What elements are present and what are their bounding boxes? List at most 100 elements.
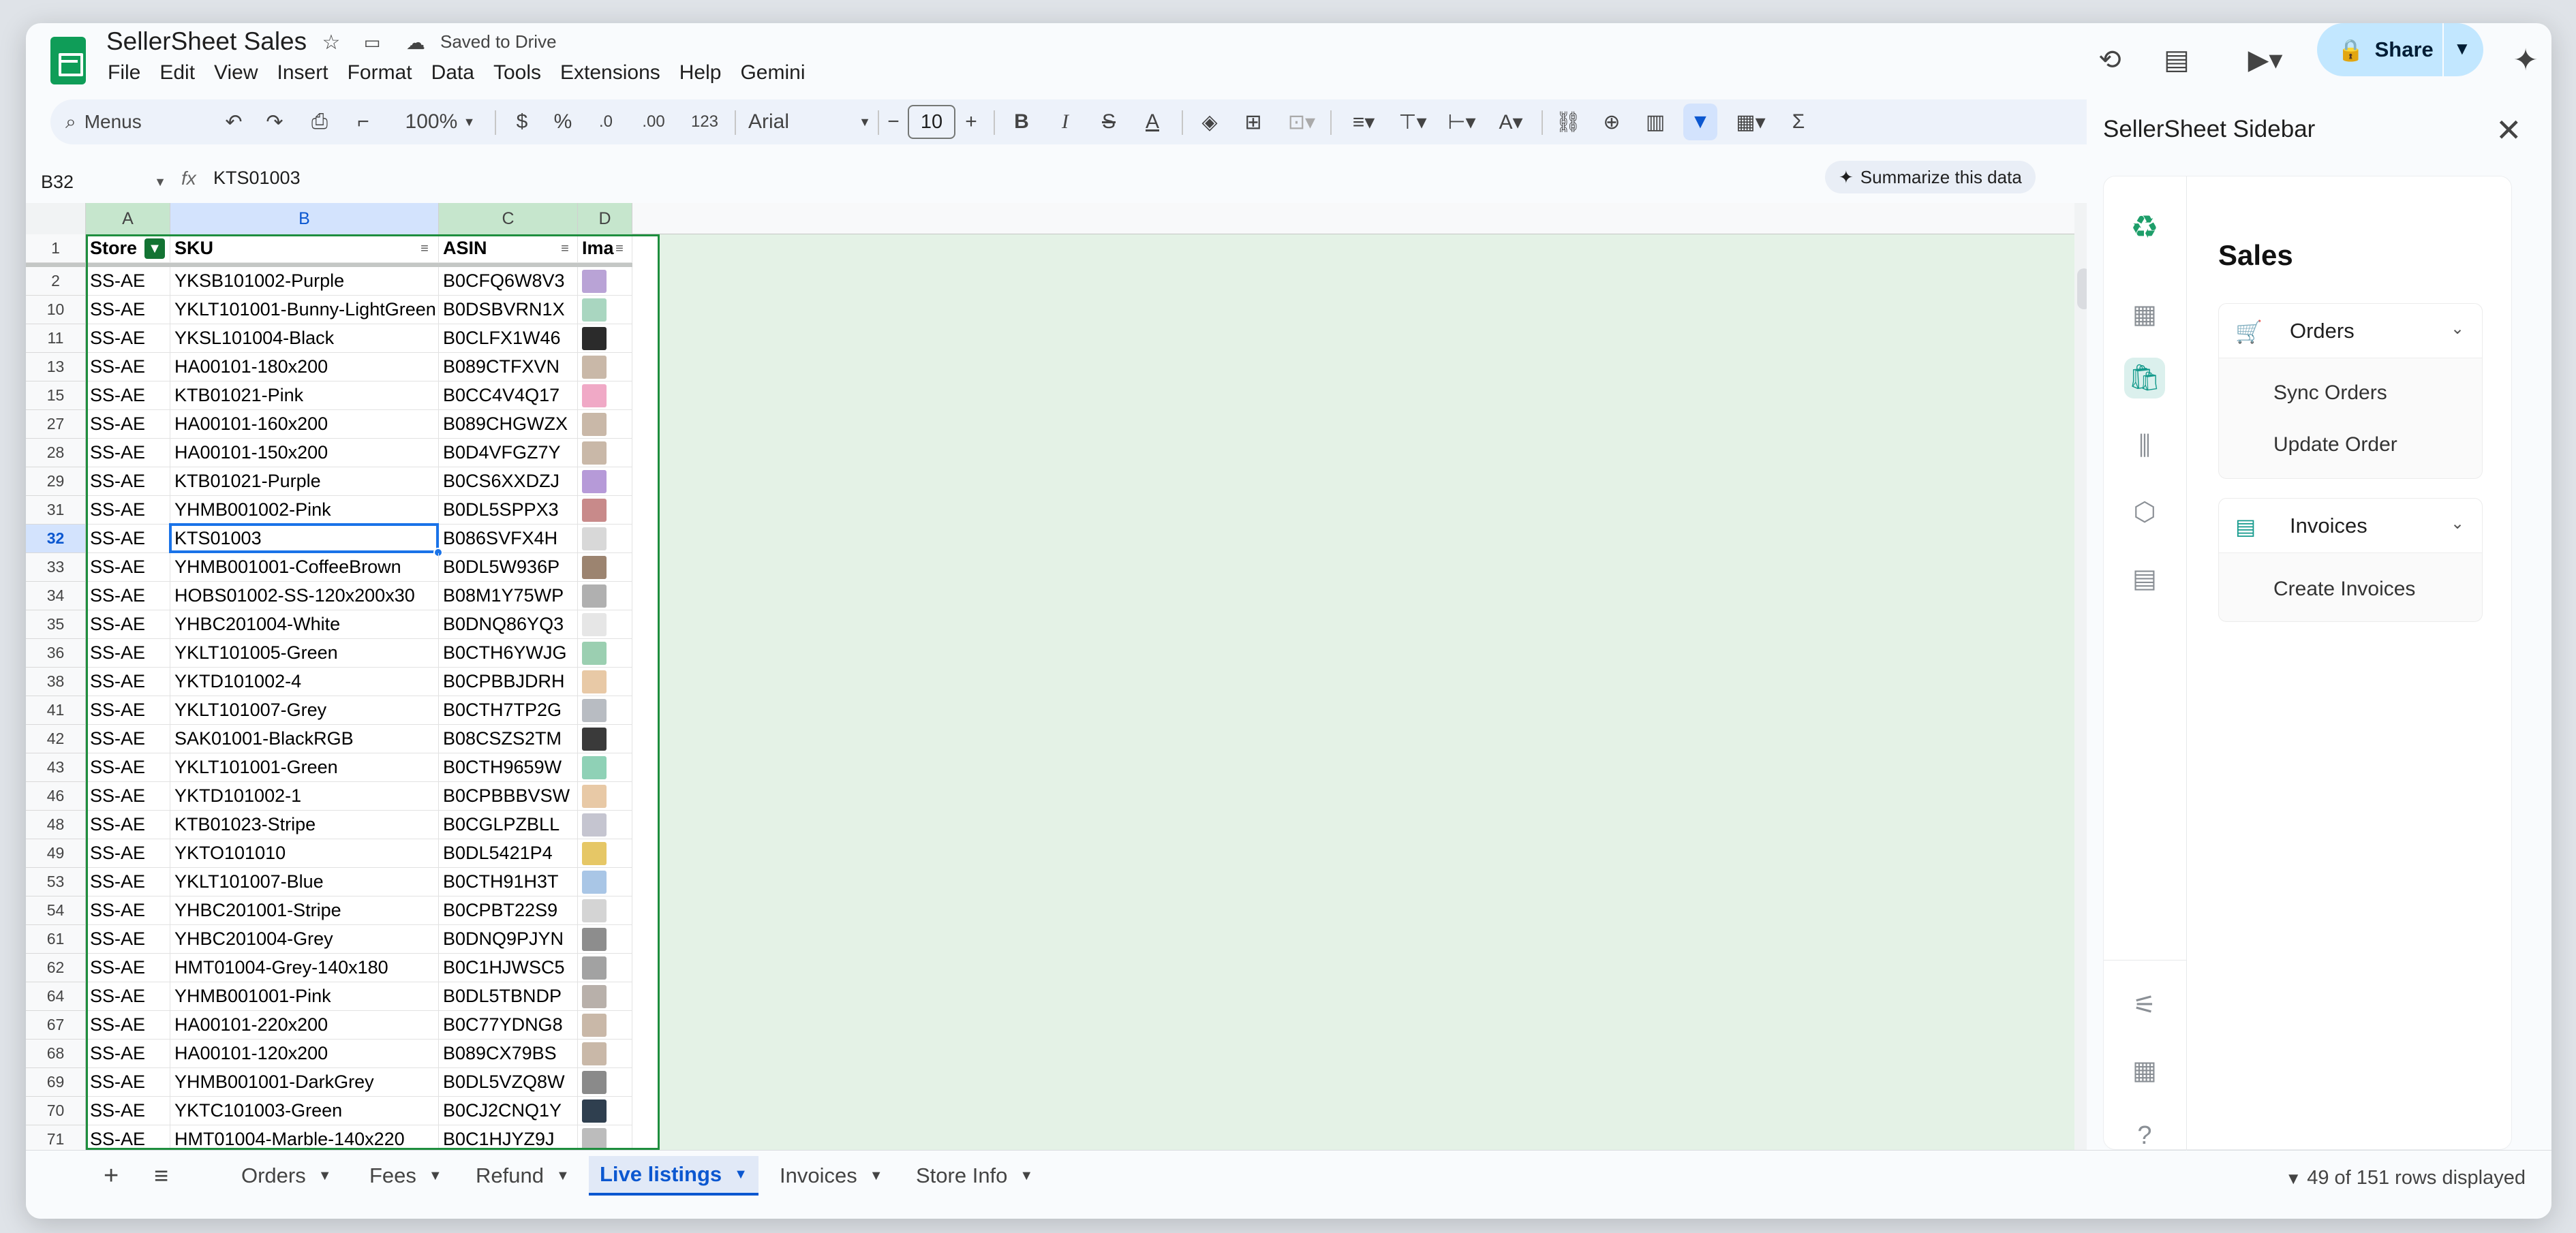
store-cell[interactable]: SS-AE xyxy=(86,324,170,353)
sku-cell[interactable]: YHMB001002-Pink xyxy=(170,496,439,525)
store-cell[interactable]: SS-AE xyxy=(86,610,170,639)
percent-format-button[interactable]: % xyxy=(549,104,577,140)
store-cell[interactable]: SS-AE xyxy=(86,954,170,982)
asin-cell[interactable]: B0DNQ86YQ3 xyxy=(439,610,578,639)
insert-chart-icon[interactable]: ▥ xyxy=(1640,104,1671,140)
sku-cell[interactable]: HA00101-160x200 xyxy=(170,410,439,439)
italic-button[interactable]: I xyxy=(1049,104,1081,140)
asin-cell[interactable]: B0CJ2CNQ1Y xyxy=(439,1097,578,1125)
orders-card-header[interactable]: 🛒 Orders ⌄ xyxy=(2219,304,2482,358)
create-invoices-link[interactable]: Create Invoices xyxy=(2273,578,2415,601)
row-header[interactable]: 1 xyxy=(26,234,86,263)
sellersheet-logo-icon[interactable]: ♻ xyxy=(2124,206,2165,247)
sku-cell[interactable]: HA00101-180x200 xyxy=(170,353,439,381)
store-cell[interactable]: SS-AE xyxy=(86,496,170,525)
borders-icon[interactable]: ⊞ xyxy=(1238,104,1269,140)
asin-cell[interactable]: B0CTH91H3T xyxy=(439,868,578,896)
report-icon[interactable]: ▤ xyxy=(2124,558,2165,599)
tab-invoices[interactable]: Invoices ▼ xyxy=(769,1156,894,1196)
sku-cell[interactable]: HMT01004-Grey-140x180 xyxy=(170,954,439,982)
row-header[interactable]: 27 xyxy=(26,410,86,439)
row-header[interactable]: 49 xyxy=(26,839,86,868)
row-header[interactable]: 41 xyxy=(26,696,86,725)
asin-cell[interactable]: B0DL5TBNDP xyxy=(439,982,578,1011)
close-icon[interactable]: ✕ xyxy=(2496,112,2522,149)
asin-cell[interactable]: B0CPBT22S9 xyxy=(439,896,578,925)
sku-cell[interactable]: YKSL101004-Black xyxy=(170,324,439,353)
store-cell[interactable]: SS-AE xyxy=(86,782,170,811)
filter-icon[interactable]: ≡ xyxy=(611,238,628,259)
tab-store-info[interactable]: Store Info ▼ xyxy=(905,1156,1044,1196)
header-sku[interactable]: SKU xyxy=(170,234,439,263)
asin-cell[interactable]: B089CX79BS xyxy=(439,1040,578,1068)
decrease-decimal-button[interactable]: .0 xyxy=(590,104,622,140)
apps-grid-icon[interactable]: ▦ xyxy=(2124,1050,2165,1091)
row-header[interactable]: 70 xyxy=(26,1097,86,1125)
tab-refund[interactable]: Refund ▼ xyxy=(465,1156,581,1196)
asin-cell[interactable]: B0D4VFGZ7Y xyxy=(439,439,578,467)
filter-icon[interactable]: ▼ xyxy=(144,238,165,259)
row-header[interactable]: 36 xyxy=(26,639,86,668)
row-header[interactable]: 31 xyxy=(26,496,86,525)
store-cell[interactable]: SS-AE xyxy=(86,925,170,954)
store-cell[interactable]: SS-AE xyxy=(86,982,170,1011)
comments-icon[interactable]: ▤ xyxy=(2155,38,2198,82)
row-header[interactable]: 28 xyxy=(26,439,86,467)
font-select[interactable]: Arial ▼ xyxy=(748,104,871,140)
print-icon[interactable]: ⎙ xyxy=(304,104,335,140)
strikethrough-button[interactable]: S xyxy=(1093,104,1124,140)
sku-cell[interactable]: YKLT101005-Green xyxy=(170,639,439,668)
row-header[interactable]: 29 xyxy=(26,467,86,496)
number-format-button[interactable]: 123 xyxy=(686,104,724,140)
menu-view[interactable]: View xyxy=(204,59,267,87)
store-cell[interactable]: SS-AE xyxy=(86,1068,170,1097)
filter-icon[interactable]: ≡ xyxy=(556,238,574,259)
font-size-input[interactable]: 10 xyxy=(908,105,955,139)
sku-cell[interactable]: YKTO101010 xyxy=(170,839,439,868)
asin-cell[interactable]: B089CHGWZX xyxy=(439,410,578,439)
tab-orders[interactable]: Orders ▼ xyxy=(230,1156,343,1196)
menu-data[interactable]: Data xyxy=(422,59,484,87)
row-header[interactable]: 48 xyxy=(26,811,86,839)
row-header[interactable]: 69 xyxy=(26,1068,86,1097)
store-cell[interactable]: SS-AE xyxy=(86,553,170,582)
asin-cell[interactable]: B0CLFX1W46 xyxy=(439,324,578,353)
sync-orders-link[interactable]: Sync Orders xyxy=(2273,381,2387,405)
store-cell[interactable]: SS-AE xyxy=(86,639,170,668)
spreadsheet-grid[interactable]: A B C D 1 Store SKU ASIN Ima ▼ ≡ ≡ ≡ 2 SS-AE YKSB10… xyxy=(26,203,2197,1154)
menu-help[interactable]: Help xyxy=(670,59,731,87)
row-header[interactable]: 10 xyxy=(26,296,86,324)
filter-views-icon[interactable]: ▦▾ xyxy=(1727,104,1775,140)
asin-cell[interactable]: B0CFQ6W8V3 xyxy=(439,267,578,296)
asin-cell[interactable]: B0DL5VZQ8W xyxy=(439,1068,578,1097)
asin-cell[interactable]: B0CS6XXDZJ xyxy=(439,467,578,496)
filter-icon[interactable]: ≡ xyxy=(416,238,433,259)
asin-cell[interactable]: B089CTFXVN xyxy=(439,353,578,381)
insert-link-icon[interactable]: ⛓ xyxy=(1552,104,1584,140)
undo-icon[interactable]: ↶ xyxy=(218,104,249,140)
store-cell[interactable]: SS-AE xyxy=(86,353,170,381)
menu-extensions[interactable]: Extensions xyxy=(551,59,670,87)
star-icon[interactable]: ☆ xyxy=(318,29,345,56)
tab-menu-caret-icon[interactable]: ▼ xyxy=(1019,1168,1033,1184)
dashboard-icon[interactable]: ▦ xyxy=(2124,294,2165,334)
zoom-select[interactable]: 100% ▼ xyxy=(399,104,481,140)
insert-comment-icon[interactable]: ⊕ xyxy=(1596,104,1627,140)
tab-menu-caret-icon[interactable]: ▼ xyxy=(429,1168,442,1184)
asin-cell[interactable]: B0CPBBBVSW xyxy=(439,782,578,811)
row-header[interactable]: 68 xyxy=(26,1040,86,1068)
asin-cell[interactable]: B0CTH6YWJG xyxy=(439,639,578,668)
share-button[interactable]: 🔒 Share ▼ xyxy=(2317,23,2483,76)
column-header-a[interactable]: A xyxy=(86,203,170,234)
sku-cell[interactable]: YHBC201004-White xyxy=(170,610,439,639)
document-title[interactable]: SellerSheet Sales xyxy=(106,27,307,56)
bold-button[interactable]: B xyxy=(1006,104,1037,140)
name-box[interactable]: B32 ▼ xyxy=(41,166,184,198)
store-cell[interactable]: SS-AE xyxy=(86,753,170,782)
asin-cell[interactable]: B0DNQ9PJYN xyxy=(439,925,578,954)
asin-cell[interactable]: B0DSBVRN1X xyxy=(439,296,578,324)
row-header[interactable]: 43 xyxy=(26,753,86,782)
asin-cell[interactable]: B0CC4V4Q17 xyxy=(439,381,578,410)
menu-insert[interactable]: Insert xyxy=(268,59,338,87)
sku-cell[interactable]: SAK01001-BlackRGB xyxy=(170,725,439,753)
